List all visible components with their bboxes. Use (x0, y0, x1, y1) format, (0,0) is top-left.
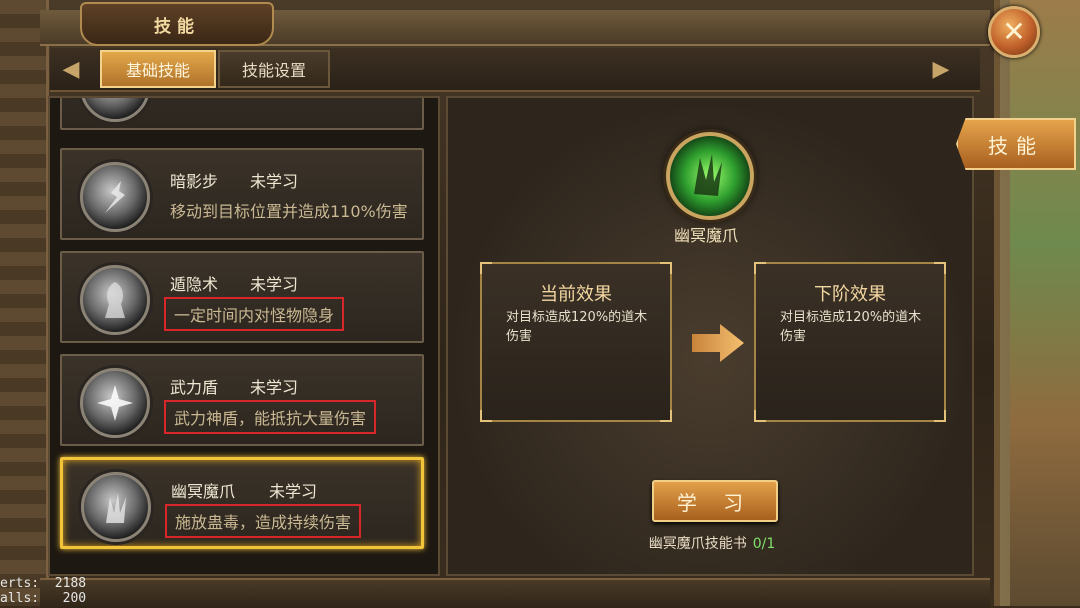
skill-card-force-shield[interactable]: 武力盾 未学习 武力神盾，能抵抗大量伤害 (60, 354, 424, 446)
skill-status: 未学习 (250, 172, 299, 191)
learn-button[interactable]: 学 习 (652, 480, 778, 522)
skill-description: 移动到目标位置并造成110%伤害 (170, 202, 408, 221)
tab-label: 基础技能 (125, 61, 190, 80)
selected-skill-icon (666, 132, 754, 220)
skill-icon (80, 98, 150, 122)
tab-label: 技能设置 (241, 61, 306, 80)
stealth-icon (80, 265, 150, 335)
arrow-right-icon (692, 324, 744, 362)
window-title: 技能 (154, 16, 200, 37)
tab-skill-settings[interactable]: 技能设置 (218, 50, 330, 88)
next-effect-box: 下阶效果 对目标造成120%的道木伤害 (754, 262, 946, 422)
skill-book-count: 0/1 (752, 536, 776, 552)
debug-calls: alls: 200 (0, 591, 87, 606)
current-effect-text: 对目标造成120%的道木伤害 (506, 310, 648, 344)
skill-status: 未学习 (250, 378, 299, 397)
skill-description: 一定时间内对怪物隐身 (164, 297, 345, 331)
skill-card-netherclaw[interactable]: 幽冥魔爪 未学习 施放蛊毒，造成持续伤害 (60, 457, 424, 549)
claw-icon (81, 472, 151, 542)
skill-name: 武力盾 (170, 378, 219, 397)
next-effect-title: 下阶效果 (814, 284, 886, 305)
skill-card-shadow-step[interactable]: 暗影步 未学习 移动到目标位置并造成110%伤害 (60, 148, 424, 240)
close-button[interactable]: ✕ (988, 6, 1040, 58)
skill-card-stealth[interactable]: 遁隐术 未学习 一定时间内对怪物隐身 (60, 251, 424, 343)
selected-skill-name: 幽冥魔爪 (673, 226, 738, 245)
skill-list[interactable]: 暗影步 未学习 移动到目标位置并造成110%伤害 遁隐术 未学习 一定时间内对怪… (48, 96, 440, 576)
side-tab-label: 技能 (988, 133, 1044, 158)
current-effect-title: 当前效果 (540, 284, 612, 305)
skill-description: 武力神盾，能抵抗大量伤害 (164, 400, 377, 434)
side-tab-skills[interactable]: 技能 (956, 118, 1076, 170)
skill-name: 幽冥魔爪 (171, 482, 236, 501)
skill-status: 未学习 (269, 482, 318, 501)
shield-icon (80, 368, 150, 438)
next-effect-text: 对目标造成120%的道木伤害 (780, 310, 922, 344)
window-bottom-bar (40, 578, 990, 608)
skill-description: 施放蛊毒，造成持续伤害 (165, 504, 362, 538)
learn-label: 学 习 (676, 490, 754, 515)
debug-verts: erts: 2188 (0, 576, 87, 591)
shadow-step-icon (80, 162, 150, 232)
skill-name: 遁隐术 (170, 275, 219, 294)
skill-card-partial[interactable] (60, 98, 424, 130)
skill-status: 未学习 (250, 275, 299, 294)
skill-book-label: 幽冥魔爪技能书 (648, 536, 747, 552)
window-title-plate: 技能 (80, 2, 274, 46)
tab-next-arrow-icon[interactable]: ▶ (930, 56, 952, 82)
skill-book-requirement: 幽冥魔爪技能书 0/1 (612, 533, 812, 553)
dragon-frame-decoration (0, 0, 49, 606)
tab-prev-arrow-icon[interactable]: ◀ (60, 56, 82, 82)
tab-basic-skills[interactable]: 基础技能 (100, 50, 216, 88)
close-icon: ✕ (1002, 15, 1026, 48)
game-world-edge (1010, 0, 1080, 606)
skill-name: 暗影步 (170, 172, 219, 191)
current-effect-box: 当前效果 对目标造成120%的道木伤害 (480, 262, 672, 422)
